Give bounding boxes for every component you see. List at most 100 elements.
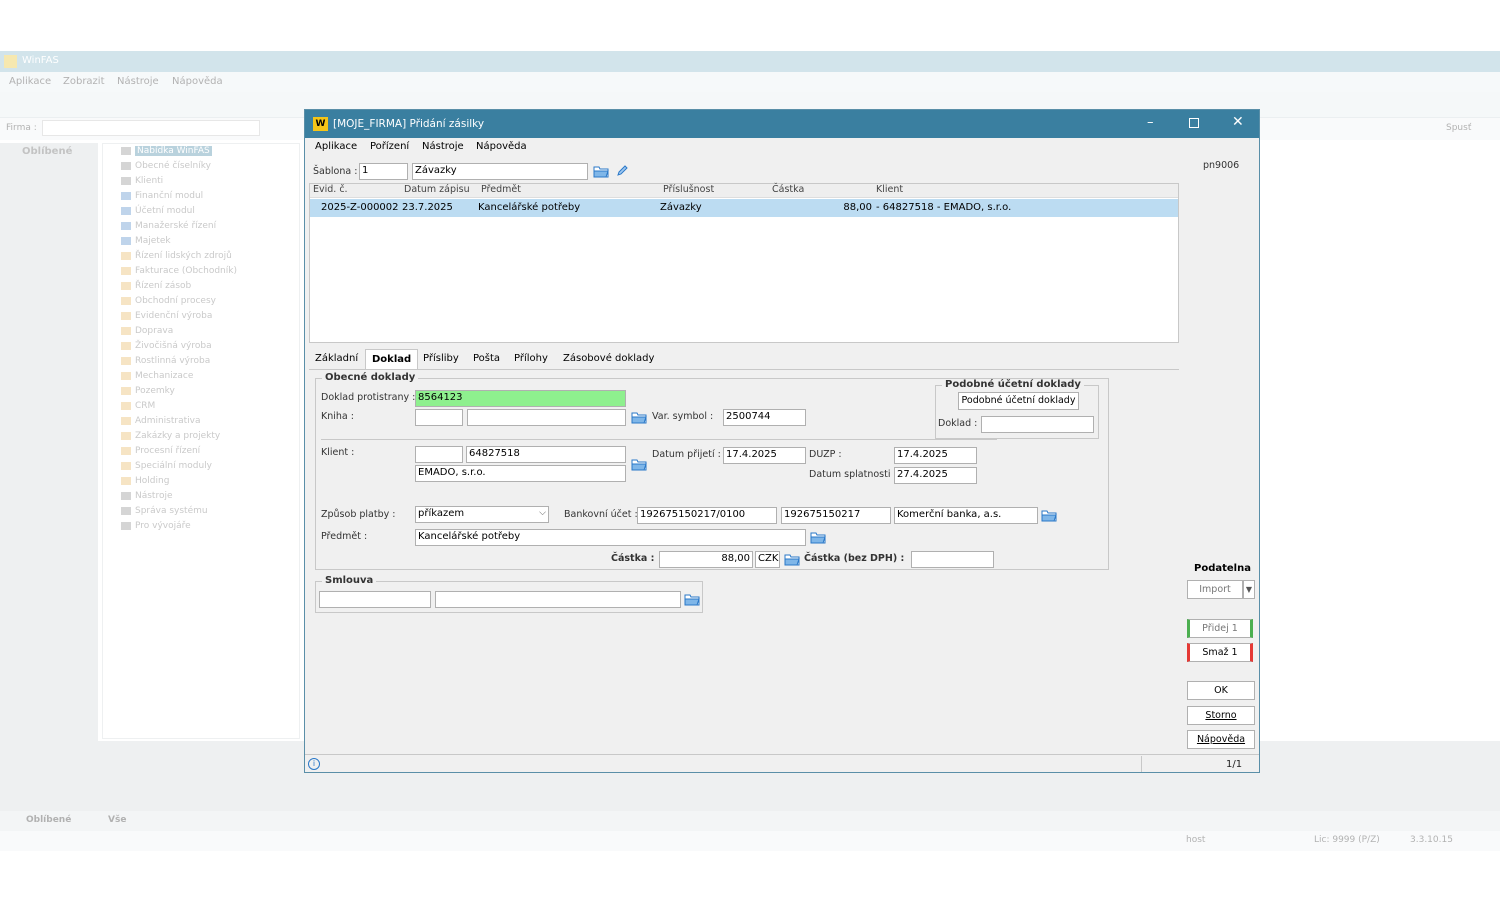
datum-splatnosti-input[interactable]: 27.4.2025 bbox=[894, 467, 977, 484]
grid-header-klient[interactable]: Klient bbox=[876, 184, 903, 195]
tree-item[interactable]: Řízení lidských zdrojů bbox=[111, 251, 232, 266]
tree-item[interactable]: Zakázky a projekty bbox=[111, 431, 220, 446]
spust-button[interactable]: Spusť bbox=[1446, 123, 1471, 133]
kniha-name-input[interactable] bbox=[467, 409, 626, 426]
klient-code-input[interactable]: 64827518 bbox=[466, 446, 626, 463]
tree-item[interactable]: Administrativa bbox=[111, 416, 201, 431]
tab-prilohy[interactable]: Přílohy bbox=[508, 349, 554, 369]
folder-icon bbox=[121, 191, 131, 200]
minimize-icon[interactable]: – bbox=[1147, 115, 1154, 130]
menu-napoveda[interactable]: Nápověda bbox=[476, 141, 527, 152]
dialog-status-bar: i 1/1 bbox=[305, 754, 1259, 772]
bankovni-ucet-input[interactable]: 192675150217/0100 bbox=[637, 507, 777, 524]
sablona-number-field[interactable]: 1 bbox=[359, 163, 408, 180]
tree-item-label: Administrativa bbox=[135, 416, 201, 426]
tree-item[interactable]: Obchodní procesy bbox=[111, 296, 216, 311]
tree-item[interactable]: Mechanizace bbox=[111, 371, 193, 386]
doklad-protistrany-input[interactable]: 8564123 bbox=[415, 390, 626, 407]
tab-oblibene[interactable]: Oblíbené bbox=[26, 815, 71, 825]
castka-bez-dph-input[interactable] bbox=[911, 551, 994, 568]
open-folder-icon[interactable] bbox=[784, 553, 800, 566]
tree-item[interactable]: Evidenční výroba bbox=[111, 311, 212, 326]
pridej-button[interactable]: Přidej 1 bbox=[1187, 619, 1253, 638]
ok-button[interactable]: OK bbox=[1187, 681, 1255, 700]
tree-item[interactable]: Pozemky bbox=[111, 386, 175, 401]
menu-porizeni[interactable]: Pořízení bbox=[370, 141, 409, 152]
tree-item[interactable]: CRM bbox=[111, 401, 155, 416]
duzp-input[interactable]: 17.4.2025 bbox=[894, 447, 977, 464]
grid-header-datum[interactable]: Datum zápisu bbox=[404, 184, 470, 195]
tree-item[interactable]: Klienti bbox=[111, 176, 163, 191]
napoveda-button[interactable]: Nápověda bbox=[1187, 730, 1255, 749]
bg-menu-zobrazit[interactable]: Zobrazit bbox=[63, 76, 105, 87]
mena-input[interactable]: CZK bbox=[755, 551, 780, 568]
tree-item[interactable]: Majetek bbox=[111, 236, 171, 251]
grid-header-castka[interactable]: Částka bbox=[772, 184, 804, 195]
menu-aplikace[interactable]: Aplikace bbox=[315, 141, 357, 152]
open-folder-icon[interactable] bbox=[593, 165, 609, 178]
smlouva-code-input[interactable] bbox=[319, 591, 431, 608]
klient-prefix-input[interactable] bbox=[415, 446, 463, 463]
maximize-icon[interactable] bbox=[1189, 118, 1199, 128]
open-folder-icon[interactable] bbox=[1041, 509, 1057, 522]
folder-icon bbox=[121, 521, 131, 530]
tree-item[interactable]: Procesní řízení bbox=[111, 446, 200, 461]
sablona-name-field[interactable]: Závazky bbox=[412, 163, 588, 180]
tree-item[interactable]: Správa systému bbox=[111, 506, 208, 521]
grid-header-prislusnost[interactable]: Příslušnost bbox=[663, 184, 714, 195]
info-icon[interactable]: i bbox=[308, 758, 320, 770]
tree-item[interactable]: Nástroje bbox=[111, 491, 173, 506]
zpusob-platby-select[interactable]: příkazem ⌵ bbox=[415, 506, 549, 523]
tree-item[interactable]: Speciální moduly bbox=[111, 461, 212, 476]
bg-menu-nastroje[interactable]: Nástroje bbox=[117, 76, 159, 87]
tree-item[interactable]: Pro vývojáře bbox=[111, 521, 191, 536]
tab-posta[interactable]: Pošta bbox=[467, 349, 506, 369]
open-folder-icon[interactable] bbox=[810, 531, 826, 544]
tree-item[interactable]: Manažerské řízení bbox=[111, 221, 216, 236]
grid-header-evid[interactable]: Evid. č. bbox=[313, 184, 348, 195]
edit-pencil-icon[interactable] bbox=[616, 164, 629, 177]
tree-item[interactable]: Živočišná výroba bbox=[111, 341, 212, 356]
grid-header-predmet[interactable]: Předmět bbox=[481, 184, 521, 195]
open-folder-icon[interactable] bbox=[631, 458, 647, 471]
tab-doklad[interactable]: Doklad bbox=[365, 349, 419, 369]
tree-item[interactable]: Finanční modul bbox=[111, 191, 203, 206]
podobne-doklady-button[interactable]: Podobné účetní doklady bbox=[958, 392, 1079, 410]
castka-input[interactable]: 88,00 bbox=[659, 551, 753, 568]
tree-item[interactable]: Řízení zásob bbox=[111, 281, 191, 296]
tab-prisliby[interactable]: Přísliby bbox=[417, 349, 465, 369]
ucet-cislo-input[interactable]: 192675150217 bbox=[781, 507, 891, 524]
storno-button[interactable]: Storno bbox=[1187, 706, 1255, 725]
firma-input[interactable] bbox=[42, 120, 260, 136]
tree-item[interactable]: Rostlinná výroba bbox=[111, 356, 210, 371]
kniha-code-input[interactable] bbox=[415, 409, 463, 426]
import-button[interactable]: Import bbox=[1187, 580, 1243, 599]
predmet-input[interactable]: Kancelářské potřeby bbox=[415, 529, 806, 546]
open-folder-icon[interactable] bbox=[631, 411, 647, 424]
smlouva-name-input[interactable] bbox=[435, 591, 681, 608]
tree-root[interactable]: Nabídka WinFAS bbox=[111, 146, 212, 161]
tab-vse[interactable]: Vše bbox=[108, 815, 126, 825]
tab-zasobove-doklady[interactable]: Zásobové doklady bbox=[557, 349, 660, 369]
tree-item[interactable]: Holding bbox=[111, 476, 169, 491]
tree-item[interactable]: Účetní modul bbox=[111, 206, 195, 221]
tree-item[interactable]: Obecné číselníky bbox=[111, 161, 211, 176]
tree-item-label: Klienti bbox=[135, 176, 164, 186]
datum-prijeti-input[interactable]: 17.4.2025 bbox=[723, 447, 806, 464]
klient-name-input[interactable]: EMADO, s.r.o. bbox=[415, 465, 626, 482]
smaz-button[interactable]: Smaž 1 bbox=[1187, 643, 1253, 662]
menu-nastroje[interactable]: Nástroje bbox=[422, 141, 464, 152]
tree-item[interactable]: Doprava bbox=[111, 326, 173, 341]
tree-item[interactable]: Fakturace (Obchodník) bbox=[111, 266, 237, 281]
import-dropdown-icon[interactable]: ▼ bbox=[1243, 580, 1255, 599]
var-symbol-input[interactable]: 2500744 bbox=[723, 409, 806, 426]
table-row[interactable]: 2025-Z-000002 23.7.2025 Kancelářské potř… bbox=[310, 199, 1178, 217]
tab-zakladni[interactable]: Základní bbox=[309, 349, 364, 369]
cell-klient: - 64827518 - EMADO, s.r.o. bbox=[876, 202, 1012, 213]
bg-menu-napoveda[interactable]: Nápověda bbox=[172, 76, 223, 87]
banka-input[interactable]: Komerční banka, a.s. bbox=[894, 507, 1038, 524]
close-icon[interactable]: ✕ bbox=[1232, 114, 1244, 130]
bg-menu-aplikace[interactable]: Aplikace bbox=[9, 76, 51, 87]
doklad-input[interactable] bbox=[981, 416, 1094, 433]
open-folder-icon[interactable] bbox=[684, 593, 700, 606]
